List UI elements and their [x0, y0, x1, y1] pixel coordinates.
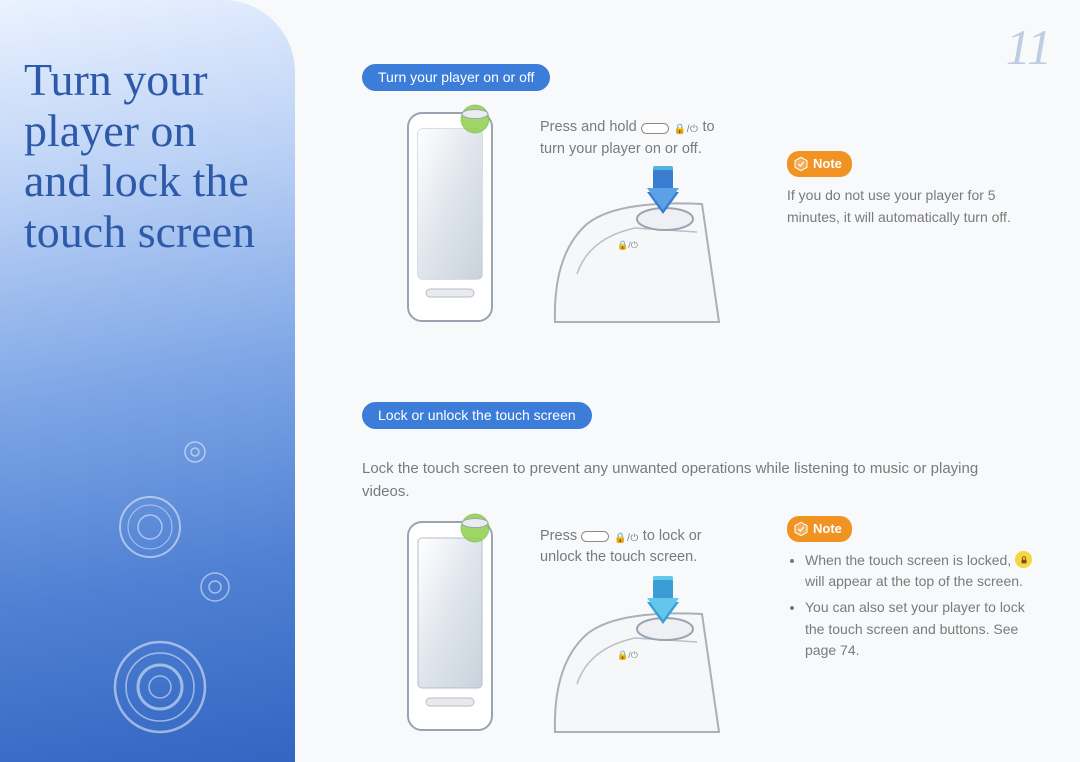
device-front-illustration — [380, 101, 520, 337]
lock-diagram-row: Press 🔒/⏻ to lock or unlock the touch sc… — [362, 522, 1062, 762]
note-label: Note — [813, 519, 842, 539]
note-tag: Note — [787, 516, 852, 542]
note-bullet: You can also set your player to lock the… — [805, 597, 1045, 662]
note-text: If you do not use your player for 5 minu… — [787, 185, 1032, 228]
section-lock: Lock or unlock the touch screen Lock the… — [362, 402, 1062, 762]
heading-power: Turn your player on or off — [362, 64, 550, 91]
text: Press and hold — [540, 119, 641, 135]
svg-text:🔒/⏻: 🔒/⏻ — [617, 650, 638, 660]
text: will appear at the top of the screen. — [805, 573, 1023, 589]
instruction-lock: Press 🔒/⏻ to lock or unlock the touch sc… — [540, 526, 735, 570]
device-closeup-power: 🔒/⏻ — [547, 164, 727, 324]
instruction-power: Press and hold 🔒/⏻ to turn your player o… — [540, 117, 725, 161]
power-diagram-row: Press and hold 🔒/⏻ to turn your player o… — [362, 109, 1062, 319]
note-tag: Note — [787, 151, 852, 177]
page-title: Turn yourplayer onand lock thetouch scre… — [24, 55, 255, 257]
power-button-icon — [641, 123, 669, 134]
lock-icon — [1015, 551, 1032, 568]
note-list: When the touch screen is locked, will ap… — [787, 550, 1045, 662]
check-cube-icon — [793, 521, 809, 537]
section-power: Turn your player on or off Press and hol… — [362, 64, 1062, 334]
check-cube-icon — [793, 156, 809, 172]
text: When the touch screen is locked, — [805, 552, 1015, 568]
main-content: Turn your player on or off Press and hol… — [362, 64, 1062, 762]
device-closeup-lock: 🔒/⏻ — [547, 574, 727, 734]
power-button-icon — [581, 531, 609, 542]
sidebar-panel: Turn yourplayer onand lock thetouch scre… — [0, 0, 295, 762]
note-label: Note — [813, 154, 842, 174]
note-power: Note If you do not use your player for 5… — [787, 151, 1032, 229]
decorative-circles — [0, 412, 295, 762]
note-bullet: When the touch screen is locked, will ap… — [805, 550, 1045, 593]
heading-lock: Lock or unlock the touch screen — [362, 402, 592, 429]
device-front-illustration — [380, 510, 520, 746]
text: Press — [540, 528, 581, 544]
lock-power-glyph: 🔒/⏻ — [614, 533, 639, 544]
svg-text:🔒/⏻: 🔒/⏻ — [617, 240, 638, 250]
lock-power-glyph: 🔒/⏻ — [674, 124, 699, 135]
note-lock: Note When the touch screen is locked, wi… — [787, 516, 1045, 667]
lock-description: Lock the touch screen to prevent any unw… — [362, 457, 1027, 504]
